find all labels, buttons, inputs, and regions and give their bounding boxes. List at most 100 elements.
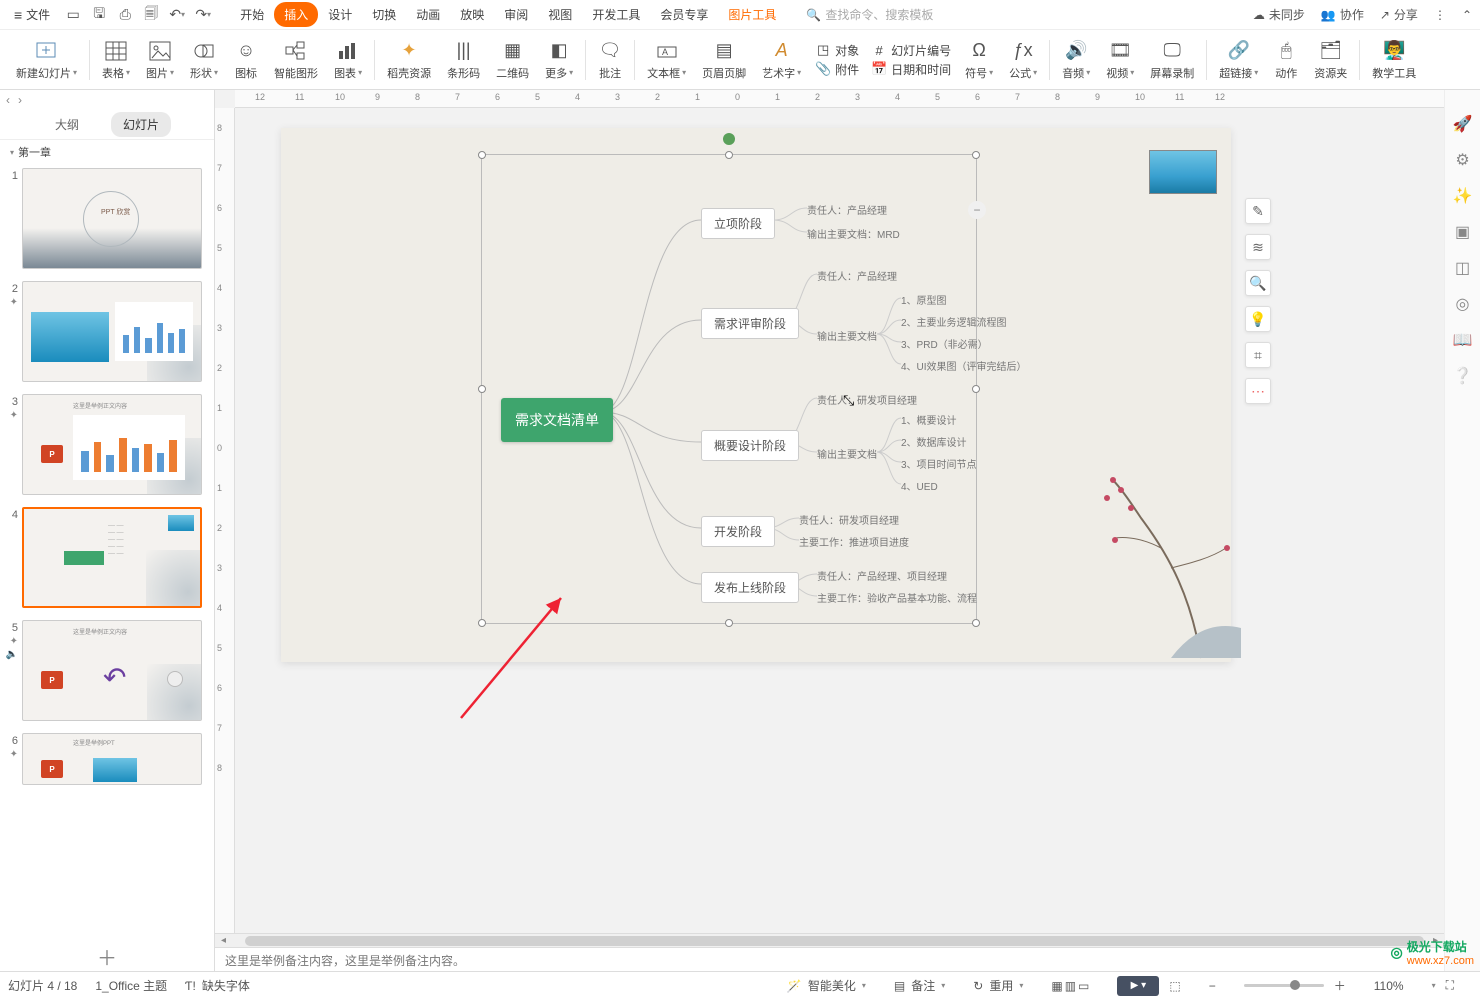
rocket-icon[interactable]: 🚀 xyxy=(1453,114,1473,134)
mindmap-node[interactable]: 发布上线阶段 xyxy=(701,572,799,603)
wordart-button[interactable]: A艺术字▾ xyxy=(754,30,809,89)
help-icon[interactable]: ❔ xyxy=(1453,366,1473,386)
zoom-out-icon[interactable]: − xyxy=(1209,979,1216,993)
symbol-button[interactable]: Ω符号▾ xyxy=(957,30,1001,89)
audio-button[interactable]: 🔊音频▾ xyxy=(1054,30,1098,89)
chart-button[interactable]: 图表▾ xyxy=(326,30,370,89)
layers-tool-icon[interactable]: ≋ xyxy=(1245,234,1271,260)
reuse-button[interactable]: ↻重用▾ xyxy=(973,977,1023,994)
new-slide-button[interactable]: 新建幻灯片▾ xyxy=(8,30,85,89)
tab-developer[interactable]: 开发工具 xyxy=(582,2,650,27)
overflow-button[interactable]: ⋮ xyxy=(1434,8,1446,22)
zoom-value[interactable]: 110% xyxy=(1374,979,1404,993)
chapter-header[interactable]: ▾第一章 xyxy=(0,140,214,164)
coop-button[interactable]: 👥协作 xyxy=(1321,6,1364,23)
thumbnail-3[interactable]: 这里是举例正文内容 P xyxy=(22,394,202,495)
prev-arrow-icon[interactable]: ‹ xyxy=(6,93,10,107)
thumbnail-2[interactable] xyxy=(22,281,202,382)
zoom-slider[interactable] xyxy=(1244,984,1324,987)
settings-icon[interactable]: ⚙ xyxy=(1453,150,1473,170)
thumbnail-1[interactable]: PPT 欣赏 xyxy=(22,168,202,269)
tab-design[interactable]: 设计 xyxy=(318,2,362,27)
resize-handle[interactable] xyxy=(725,151,733,159)
theme-name[interactable]: 1_Office 主题 xyxy=(95,977,167,994)
video-button[interactable]: 🎞视频▾ xyxy=(1098,30,1142,89)
resourcefolder-button[interactable]: 🗂资源夹 xyxy=(1306,30,1355,89)
crop-tool-icon[interactable]: ⌗ xyxy=(1245,342,1271,368)
idea-tool-icon[interactable]: 💡 xyxy=(1245,306,1271,332)
mindmap-root[interactable]: 需求文档清单 xyxy=(501,398,613,442)
fullscreen-icon[interactable]: ⛶ xyxy=(1446,978,1454,993)
tab-transition[interactable]: 切换 xyxy=(362,2,406,27)
view-normal-icon[interactable]: ▦ xyxy=(1051,979,1062,993)
zoom-tool-icon[interactable]: 🔍 xyxy=(1245,270,1271,296)
screenrec-button[interactable]: 🖵屏幕录制 xyxy=(1142,30,1202,89)
mindmap-node[interactable]: 概要设计阶段 xyxy=(701,430,799,461)
tab-outline[interactable]: 大纲 xyxy=(43,112,91,137)
sparkle-icon[interactable]: ✨ xyxy=(1453,186,1473,206)
zoom-knob[interactable] xyxy=(1290,980,1300,990)
slide-canvas[interactable]: − xyxy=(235,108,1444,933)
command-search[interactable]: 🔍 查找命令、搜索模板 xyxy=(806,6,933,23)
mindmap-node[interactable]: 需求评审阶段 xyxy=(701,308,799,339)
tab-member[interactable]: 会员专享 xyxy=(650,2,718,27)
object-button[interactable]: ◳对象 xyxy=(815,41,859,60)
missing-font[interactable]: Ƭ!缺失字体 xyxy=(185,977,250,994)
play-slideshow-button[interactable]: ▶ ▾ xyxy=(1117,976,1159,996)
table-button[interactable]: 表格▾ xyxy=(94,30,138,89)
mindmap-node[interactable]: 开发阶段 xyxy=(701,516,775,547)
resize-handle[interactable] xyxy=(478,151,486,159)
scroll-left-icon[interactable]: ◂ xyxy=(221,935,226,946)
slidenum-button[interactable]: #幻灯片编号 xyxy=(871,41,951,60)
sync-status[interactable]: ☁未同步 xyxy=(1253,6,1305,23)
inserted-image[interactable] xyxy=(1149,150,1217,194)
tab-view[interactable]: 视图 xyxy=(538,2,582,27)
collapse-ribbon-icon[interactable]: ⌃ xyxy=(1462,8,1472,22)
more-button[interactable]: ◧更多▾ xyxy=(537,30,581,89)
formula-button[interactable]: ƒx公式▾ xyxy=(1001,30,1045,89)
circle-icon[interactable]: ◎ xyxy=(1453,294,1473,314)
book-icon[interactable]: 📖 xyxy=(1453,330,1473,350)
tab-home[interactable]: 开始 xyxy=(230,2,274,27)
mindmap-node[interactable]: 立项阶段 xyxy=(701,208,775,239)
more-tool-icon[interactable]: ⋯ xyxy=(1245,378,1271,404)
resource-button[interactable]: ✦稻壳资源 xyxy=(379,30,439,89)
notes-pane[interactable]: 这里是举例备注内容，这里是举例备注内容。 xyxy=(215,947,1444,971)
file-menu[interactable]: ≡ 文件 xyxy=(8,4,56,25)
redo-icon[interactable]: ↷▾ xyxy=(190,2,216,28)
view-sorter-icon[interactable]: ▥ xyxy=(1065,979,1076,993)
share-button[interactable]: ↗分享 xyxy=(1380,6,1418,23)
rotate-handle-icon[interactable] xyxy=(723,133,735,145)
template-icon[interactable]: ◫ xyxy=(1453,258,1473,278)
smartart-button[interactable]: 智能图形 xyxy=(266,30,326,89)
comment-button[interactable]: 🗨批注 xyxy=(590,30,630,89)
image-button[interactable]: 图片▾ xyxy=(138,30,182,89)
undo-icon[interactable]: ↶▾ xyxy=(164,2,190,28)
layout-icon[interactable]: ▣ xyxy=(1453,222,1473,242)
print-icon[interactable]: 🗐 xyxy=(138,2,164,28)
edit-tool-icon[interactable]: ✎ xyxy=(1245,198,1271,224)
tab-picture-tools[interactable]: 图片工具 xyxy=(718,2,786,27)
header-footer-button[interactable]: ▤页眉页脚 xyxy=(694,30,754,89)
next-arrow-icon[interactable]: › xyxy=(18,93,22,107)
textbox-button[interactable]: A文本框▾ xyxy=(639,30,694,89)
view-reading-icon[interactable]: ▭ xyxy=(1078,979,1089,993)
thumbnail-4-selected[interactable]: ── ──── ──── ──── ──── ── xyxy=(22,507,202,608)
tab-thumbnails[interactable]: 幻灯片 xyxy=(111,112,171,137)
resize-handle[interactable] xyxy=(972,385,980,393)
notes-toggle[interactable]: ▤备注▾ xyxy=(894,977,945,994)
resize-handle[interactable] xyxy=(478,385,486,393)
beautify-button[interactable]: 🪄智能美化▾ xyxy=(787,977,866,994)
action-button[interactable]: 🖱动作 xyxy=(1266,30,1306,89)
resize-handle[interactable] xyxy=(972,151,980,159)
hyperlink-button[interactable]: 🔗超链接▾ xyxy=(1211,30,1266,89)
horizontal-scrollbar[interactable]: ◂ ▸ xyxy=(215,933,1444,947)
qrcode-button[interactable]: ▦二维码 xyxy=(488,30,537,89)
tab-animation[interactable]: 动画 xyxy=(406,2,450,27)
save-icon[interactable]: 🖫 xyxy=(86,2,112,28)
attachment-button[interactable]: 📎附件 xyxy=(815,60,859,79)
teachtool-button[interactable]: 👨‍🏫教学工具 xyxy=(1364,30,1424,89)
thumbnail-6[interactable]: 这里是举例PPT P xyxy=(22,733,202,785)
tab-slideshow[interactable]: 放映 xyxy=(450,2,494,27)
collapse-mindmap-icon[interactable]: − xyxy=(968,201,986,219)
